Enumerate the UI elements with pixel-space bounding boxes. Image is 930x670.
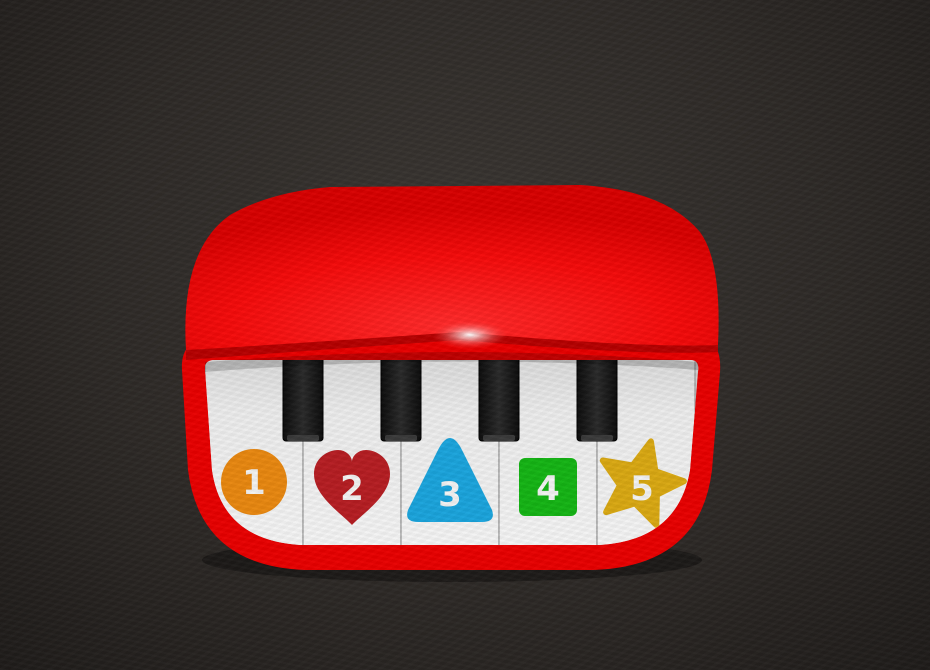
black-key-highlight xyxy=(483,435,515,441)
black-key-2[interactable] xyxy=(380,349,422,442)
square-icon xyxy=(519,458,577,516)
game-stage: 12345 xyxy=(0,0,930,670)
black-key-highlight xyxy=(581,435,613,441)
toy-piano: 12345 xyxy=(181,185,721,582)
black-key-3[interactable] xyxy=(478,349,520,442)
circle-icon xyxy=(221,449,287,515)
lid-glare xyxy=(432,321,508,349)
black-key-highlight xyxy=(385,435,417,441)
black-key-highlight xyxy=(287,435,319,441)
